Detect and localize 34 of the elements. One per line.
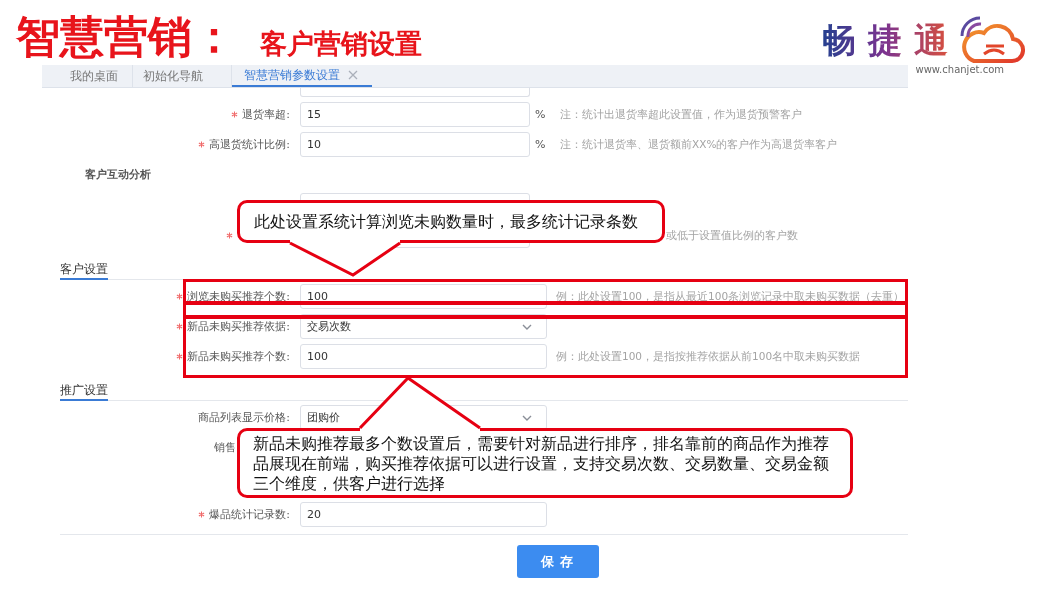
input-field[interactable]: 15: [300, 102, 530, 127]
input-field[interactable]: 100: [300, 284, 547, 309]
field-note: 注：统计出退货率超此设置值，作为退货预警客户: [560, 107, 802, 122]
field-note: 注：统计退货率、退货额前XX%的客户作为高退货率客户: [560, 137, 838, 152]
field-note: 或低于设置值比例的客户数: [666, 228, 798, 243]
chevron-down-icon: [522, 414, 532, 421]
field-label: 浏览未购买推荐个数:: [187, 289, 290, 304]
slide-subtitle: 客户营销设置: [260, 27, 422, 61]
field-label: 高退货统计比例:: [209, 137, 290, 152]
field-label: 新品未购买推荐个数:: [187, 349, 290, 364]
slide-title: 智慧营销：: [16, 11, 236, 63]
close-icon[interactable]: [348, 70, 358, 80]
unit-label: %: [535, 138, 547, 151]
input-field[interactable]: [300, 88, 530, 97]
group-heading: 客户互动分析: [85, 168, 151, 182]
input-field[interactable]: 20: [300, 502, 547, 527]
field-label: 爆品统计记录数:: [209, 507, 290, 522]
tab[interactable]: 我的桌面: [60, 65, 133, 87]
website-url: www.chanjet.com: [915, 64, 1004, 76]
field-label: 退货率超:: [242, 107, 290, 122]
input-field[interactable]: 10: [300, 132, 530, 157]
unit-label: %: [535, 108, 547, 121]
select-field[interactable]: 交易次数: [300, 314, 547, 339]
cloud-logo-icon: [960, 16, 1026, 64]
field-label: 新品未购买推荐依据:: [187, 319, 290, 334]
tab[interactable]: 初始化导航: [133, 65, 232, 87]
field-label: 商品列表显示价格:: [198, 410, 290, 425]
field-note: 例：此处设置100，是指按推荐依据从前100名中取未购买数据: [556, 349, 861, 364]
chevron-down-icon: [522, 323, 532, 330]
field-label: 销售: [214, 440, 236, 456]
section-heading: 客户设置: [60, 262, 108, 280]
tab[interactable]: 智慧营销参数设置: [232, 65, 372, 87]
section-heading: 推广设置: [60, 383, 108, 401]
input-field[interactable]: 100: [300, 344, 547, 369]
